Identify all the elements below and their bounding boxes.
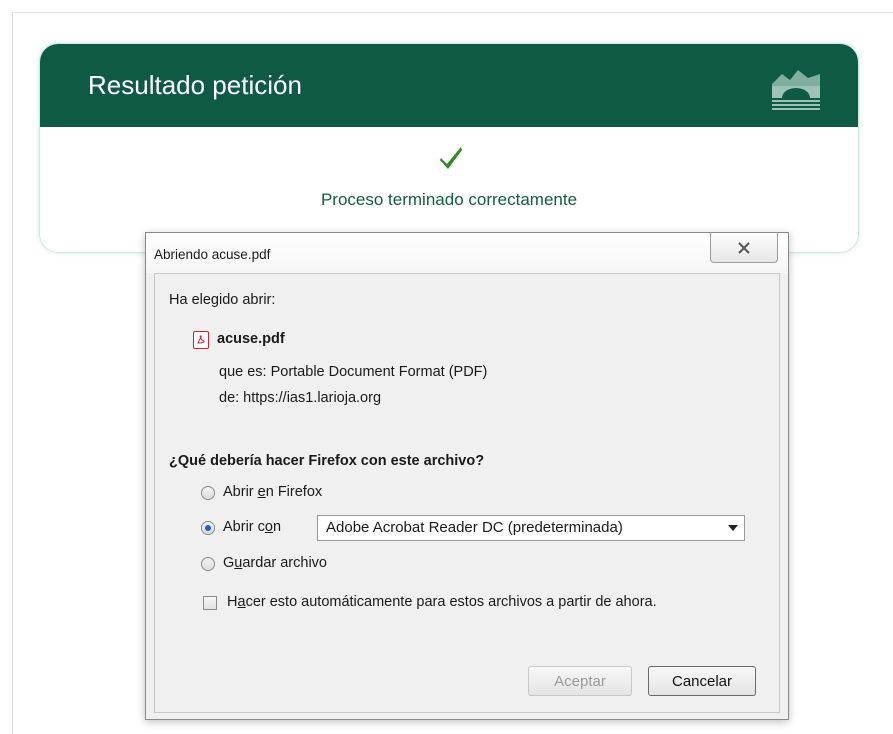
file-type: que es: Portable Document Format (PDF) — [219, 364, 488, 380]
radio-save-file-label[interactable]: Guardar archivo — [223, 555, 327, 571]
dialog-titlebar[interactable]: Abriendo acuse.pdf — [146, 233, 788, 273]
chevron-down-icon — [728, 525, 738, 531]
close-icon — [738, 241, 750, 254]
action-question: ¿Qué debería hacer Firefox con este arch… — [169, 453, 485, 469]
radio-open-firefox[interactable] — [201, 486, 215, 500]
result-message: Proceso terminado correctamente — [320, 190, 578, 209]
auto-action-label[interactable]: Hacer esto automáticamente para estos ar… — [227, 594, 657, 610]
dialog-title: Abriendo acuse.pdf — [154, 247, 271, 262]
intro-label: Ha elegido abrir: — [169, 292, 276, 308]
radio-open-firefox-label[interactable]: Abrir en Firefox — [223, 484, 322, 500]
larioja-logo — [772, 70, 820, 110]
result-title: Resultado petición — [88, 70, 302, 100]
radio-open-with[interactable] — [201, 521, 215, 535]
result-card: Resultado petición Proceso terminado cor… — [40, 44, 858, 252]
radio-open-with-label[interactable]: Abrir con — [223, 519, 281, 535]
result-header: Resultado petición — [40, 44, 858, 127]
accept-button[interactable]: Aceptar — [528, 666, 632, 696]
auto-action-checkbox[interactable] — [203, 596, 217, 610]
cancel-button[interactable]: Cancelar — [648, 666, 756, 696]
close-button[interactable] — [710, 233, 778, 263]
open-file-dialog: Abriendo acuse.pdf Ha elegido abrir: acu… — [145, 232, 789, 720]
file-source: de: https://ias1.larioja.org — [219, 390, 382, 406]
radio-save-file[interactable] — [201, 557, 215, 571]
file-name: acuse.pdf — [217, 331, 285, 347]
check-icon — [440, 147, 462, 169]
application-select[interactable]: Adobe Acrobat Reader DC (predeterminada) — [317, 515, 745, 541]
pdf-file-icon — [193, 331, 209, 349]
application-select-value: Adobe Acrobat Reader DC (predeterminada) — [326, 519, 623, 536]
dialog-body: Ha elegido abrir: acuse.pdf que es: Port… — [154, 273, 780, 713]
